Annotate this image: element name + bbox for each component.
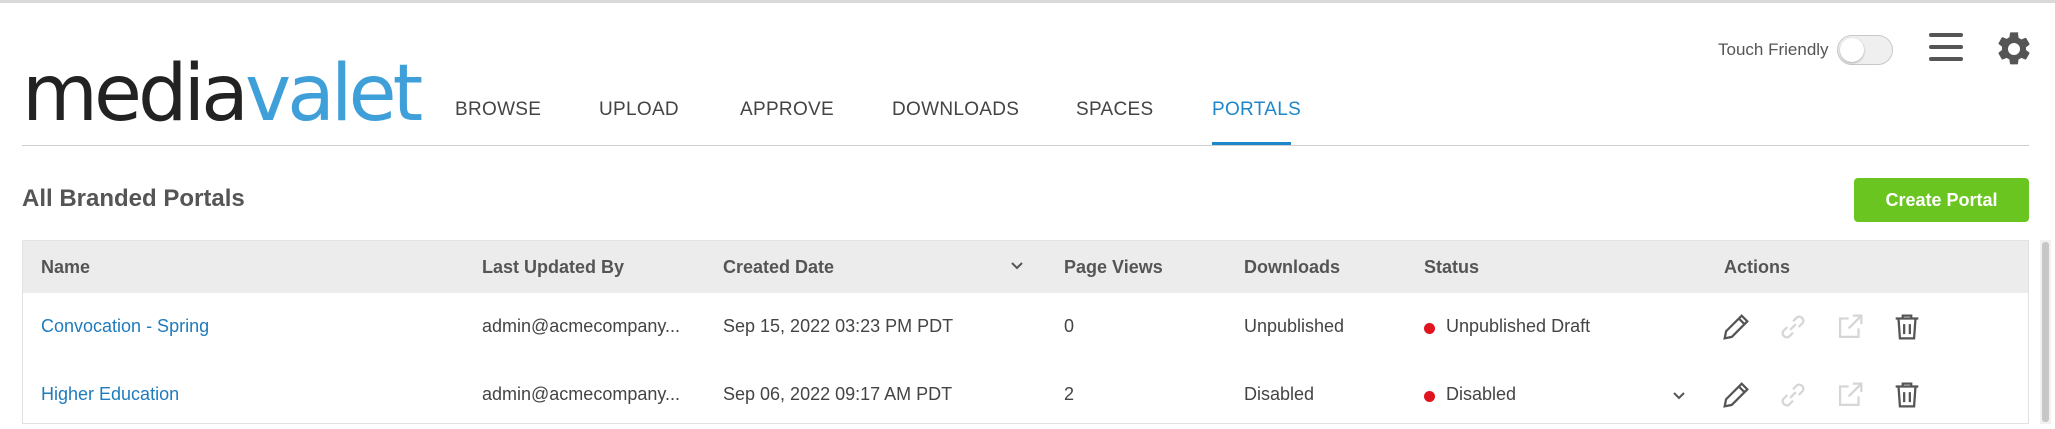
page-views: 0: [1064, 316, 1075, 336]
nav-portals[interactable]: PORTALS: [1212, 99, 1301, 121]
nav-approve[interactable]: APPROVE: [740, 99, 834, 121]
nav-downloads[interactable]: DOWNLOADS: [892, 99, 1019, 121]
page-title: All Branded Portals: [22, 185, 245, 212]
portal-name-link[interactable]: Convocation - Spring: [41, 316, 209, 337]
status-text: Unpublished Draft: [1446, 316, 1591, 336]
table-header: Name Last Updated By Created Date Page V…: [23, 241, 2028, 293]
status-dot-icon: [1424, 391, 1435, 402]
mediavalet-logo[interactable]: mediavalet: [22, 55, 423, 133]
nav-upload[interactable]: UPLOAD: [599, 99, 679, 121]
last-updated-by: admin@acmecompany...: [482, 316, 681, 336]
status-text: Disabled: [1446, 384, 1517, 404]
sort-chevron-icon[interactable]: [1008, 257, 1026, 275]
created-date: Sep 06, 2022 09:17 AM PDT: [723, 384, 953, 404]
edit-icon[interactable]: [1719, 310, 1753, 344]
column-header-downloads[interactable]: Downloads: [1244, 257, 1340, 278]
gear-icon[interactable]: [1994, 29, 2034, 69]
open-external-icon[interactable]: [1833, 310, 1867, 344]
vertical-scrollbar[interactable]: [2040, 240, 2051, 424]
column-header-page-views[interactable]: Page Views: [1064, 257, 1163, 278]
trash-icon[interactable]: [1890, 378, 1924, 412]
link-icon[interactable]: [1776, 378, 1810, 412]
logo-text-valet: valet: [244, 49, 423, 139]
downloads-value: Unpublished: [1244, 316, 1345, 336]
touch-friendly-label: Touch Friendly: [1718, 40, 1829, 59]
column-header-name[interactable]: Name: [41, 257, 90, 278]
scrollbar-thumb[interactable]: [2042, 242, 2049, 422]
link-icon[interactable]: [1776, 310, 1810, 344]
column-header-created-date[interactable]: Created Date: [723, 257, 834, 278]
edit-icon[interactable]: [1719, 378, 1753, 412]
last-updated-by: admin@acmecompany...: [482, 384, 681, 404]
logo-text-media: media: [22, 49, 249, 139]
header-divider: [22, 145, 2029, 146]
trash-icon[interactable]: [1890, 310, 1924, 344]
touch-friendly-toggle[interactable]: [1837, 35, 1893, 65]
create-portal-button[interactable]: Create Portal: [1854, 178, 2029, 222]
nav-browse[interactable]: BROWSE: [455, 99, 541, 121]
table-row[interactable]: Higher Education admin@acmecompany... Se…: [23, 361, 2028, 429]
portal-name-link[interactable]: Higher Education: [41, 384, 179, 405]
table-row[interactable]: Convocation - Spring admin@acmecompany..…: [23, 293, 2028, 361]
nav-spaces[interactable]: SPACES: [1076, 99, 1153, 121]
open-external-icon[interactable]: [1833, 378, 1867, 412]
status-dot-icon: [1424, 323, 1435, 334]
created-date: Sep 15, 2022 03:23 PM PDT: [723, 316, 954, 336]
portals-table: Name Last Updated By Created Date Page V…: [22, 240, 2029, 424]
column-header-last-updated-by[interactable]: Last Updated By: [482, 257, 624, 278]
downloads-value: Disabled: [1244, 384, 1315, 404]
column-header-actions: Actions: [1724, 257, 1791, 277]
toggle-knob: [1840, 38, 1864, 62]
column-header-status[interactable]: Status: [1424, 257, 1479, 278]
page-views: 2: [1064, 384, 1075, 404]
chevron-down-icon[interactable]: [1670, 387, 1688, 405]
menu-icon[interactable]: [1929, 33, 1963, 65]
